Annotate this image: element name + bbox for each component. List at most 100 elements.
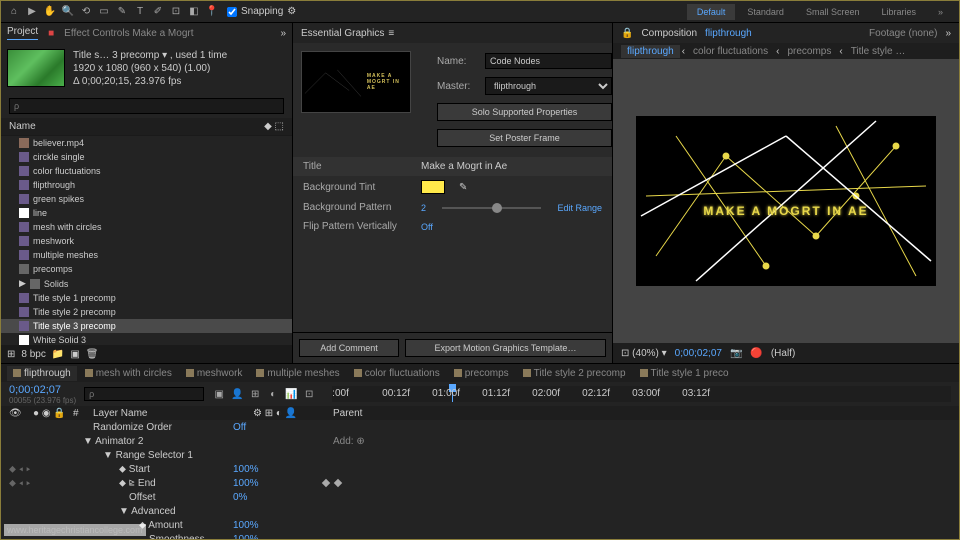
eg-menu-icon[interactable]: ≡	[388, 28, 394, 39]
layer-property-row[interactable]: Offset0%	[1, 490, 959, 504]
layer-property-row[interactable]: ⬥ ◂ ▸⬥ Start100%	[1, 462, 959, 476]
panel-menu-icon[interactable]: »	[280, 28, 286, 39]
eyedropper-icon[interactable]: ✎	[459, 182, 467, 193]
project-item[interactable]: color fluctuations	[1, 164, 292, 178]
ws-more-icon[interactable]: »	[928, 4, 953, 20]
eg-prop-flip[interactable]: Flip Pattern Vertically Off	[293, 217, 612, 236]
timeline-tab[interactable]: mesh with circles	[79, 366, 178, 381]
property-value[interactable]: 100%	[233, 520, 293, 531]
rect-tool-icon[interactable]: ▭	[97, 5, 111, 19]
project-item[interactable]: circkle single	[1, 150, 292, 164]
project-item[interactable]: line	[1, 206, 292, 220]
ws-libraries[interactable]: Libraries	[871, 4, 926, 20]
frame-blend-icon[interactable]: ⊞	[248, 387, 262, 401]
res-dropdown[interactable]: (Half)	[771, 348, 795, 359]
comp-menu-icon[interactable]: »	[945, 28, 951, 39]
crumb-3[interactable]: Title style …	[845, 45, 912, 58]
bpc-toggle[interactable]: 8 bpc	[21, 349, 45, 360]
layer-property-row[interactable]: ⬥ ◂ ▸⬥ ⊵ End100%	[1, 476, 959, 490]
property-value[interactable]: 100%	[233, 534, 293, 540]
property-track[interactable]	[293, 533, 951, 539]
project-item[interactable]: Title style 2 precomp	[1, 305, 292, 319]
col-parent[interactable]: Parent	[333, 408, 362, 419]
layer-property-row[interactable]: ▼ Range Selector 1	[1, 448, 959, 462]
selection-tool-icon[interactable]: ▶	[25, 5, 39, 19]
motion-blur-icon[interactable]: ◐	[266, 387, 280, 401]
ws-standard[interactable]: Standard	[737, 4, 794, 20]
puppet-tool-icon[interactable]: 📍	[205, 5, 219, 19]
text-tool-icon[interactable]: T	[133, 5, 147, 19]
project-item[interactable]: flipthrough	[1, 178, 292, 192]
comp-lock-icon[interactable]: 🔒	[621, 28, 633, 39]
snap-icon[interactable]: ⊡	[302, 387, 316, 401]
shy-icon[interactable]: 👤	[230, 387, 244, 401]
eg-master-select[interactable]: flipthrough	[485, 77, 612, 95]
new-comp-icon[interactable]: ▣	[70, 349, 79, 360]
slider-handle[interactable]	[492, 203, 502, 213]
col-name[interactable]: Name	[9, 121, 36, 132]
property-track[interactable]	[293, 519, 951, 531]
keyframe-icon[interactable]	[334, 479, 342, 487]
col-label-icon[interactable]: ◆ ⬚	[264, 121, 284, 132]
layer-property-row[interactable]: ▼ Advanced	[1, 504, 959, 518]
eg-add-comment-button[interactable]: Add Comment	[299, 339, 399, 357]
comp-time[interactable]: 0;00;02;07	[675, 348, 722, 359]
project-item[interactable]: mesh with circles	[1, 220, 292, 234]
project-item[interactable]: White Solid 3	[1, 333, 292, 345]
eraser-tool-icon[interactable]: ◧	[187, 5, 201, 19]
eg-prop-title[interactable]: Title Make a Mogrt in Ae	[293, 157, 612, 176]
eg-flip-value[interactable]: Off	[421, 222, 433, 232]
property-track[interactable]	[293, 477, 951, 489]
project-item[interactable]: multiple meshes	[1, 248, 292, 262]
snapshot-icon[interactable]: 📷	[730, 348, 742, 359]
eg-pat-value[interactable]: 2	[421, 203, 426, 213]
comp-viewer[interactable]: MAKE A MOGRT IN AE	[613, 59, 959, 343]
comp-footage-label[interactable]: Footage (none)	[869, 28, 937, 39]
timeline-tab[interactable]: flipthrough	[7, 366, 77, 381]
timecode-block[interactable]: 0;00;02;07 00055 (23.976 fps)	[9, 384, 76, 405]
row-toggles[interactable]: ⬥ ◂ ▸	[9, 478, 33, 489]
property-value[interactable]: 0%	[233, 492, 293, 503]
project-item[interactable]: Title style 3 precomp	[1, 319, 292, 333]
home-icon[interactable]: ⌂	[7, 5, 21, 19]
crumb-2[interactable]: precomps	[781, 45, 837, 58]
hand-tool-icon[interactable]: ✋	[43, 5, 57, 19]
pen-tool-icon[interactable]: ✎	[115, 5, 129, 19]
project-item[interactable]: ▶ Solids	[1, 276, 292, 291]
property-value[interactable]: 100%	[233, 478, 293, 489]
timeline-layers[interactable]: Randomize OrderOff▼ Animator 2Add: ⊕▼ Ra…	[1, 420, 959, 539]
eg-name-input[interactable]	[485, 53, 612, 69]
layer-property-row[interactable]: Randomize OrderOff	[1, 420, 959, 434]
timeline-search-input[interactable]	[84, 387, 204, 401]
property-value[interactable]: 100%	[233, 464, 293, 475]
timeline-tab[interactable]: color fluctuations	[348, 366, 446, 381]
timeline-tab[interactable]: precomps	[448, 366, 515, 381]
crumb-0[interactable]: flipthrough	[621, 45, 680, 58]
eg-prop-pattern[interactable]: Background Pattern 2 Edit Range	[293, 198, 612, 217]
eg-poster-button[interactable]: Set Poster Frame	[437, 129, 612, 147]
project-search-input[interactable]	[9, 98, 284, 114]
rotate-tool-icon[interactable]: ⟲	[79, 5, 93, 19]
new-folder-icon[interactable]: 📁	[52, 349, 64, 360]
graph-icon[interactable]: 📊	[284, 387, 298, 401]
col-layer-name[interactable]: Layer Name	[93, 408, 253, 419]
trash-icon[interactable]: 🗑	[86, 349, 99, 360]
row-toggles[interactable]: ⬥ ◂ ▸	[9, 464, 33, 475]
zoom-tool-icon[interactable]: 🔍	[61, 5, 75, 19]
timeline-tab[interactable]: Title style 2 precomp	[517, 366, 632, 381]
property-value[interactable]: Off	[233, 422, 293, 433]
timeline-tab[interactable]: Title style 1 preco	[634, 366, 735, 381]
eg-pat-edit[interactable]: Edit Range	[557, 203, 602, 213]
timeline-ruler[interactable]: :00f00:12f01:00f01:12f02:00f02:12f03:00f…	[332, 386, 951, 402]
snapping-checkbox[interactable]	[227, 7, 237, 17]
comp-header-name[interactable]: flipthrough	[705, 28, 752, 39]
effect-controls-tab[interactable]: Effect Controls Make a Mogrt	[64, 28, 193, 39]
keyframe-icon[interactable]	[322, 479, 330, 487]
project-list[interactable]: believer.mp4 circkle single color fluctu…	[1, 136, 292, 345]
property-track[interactable]	[293, 505, 951, 517]
layer-property-row[interactable]: ▼ Animator 2Add: ⊕	[1, 434, 959, 448]
ws-default[interactable]: Default	[687, 4, 736, 20]
project-item[interactable]: Title style 1 precomp	[1, 291, 292, 305]
timeline-tab[interactable]: meshwork	[180, 366, 249, 381]
timeline-tab[interactable]: multiple meshes	[250, 366, 345, 381]
